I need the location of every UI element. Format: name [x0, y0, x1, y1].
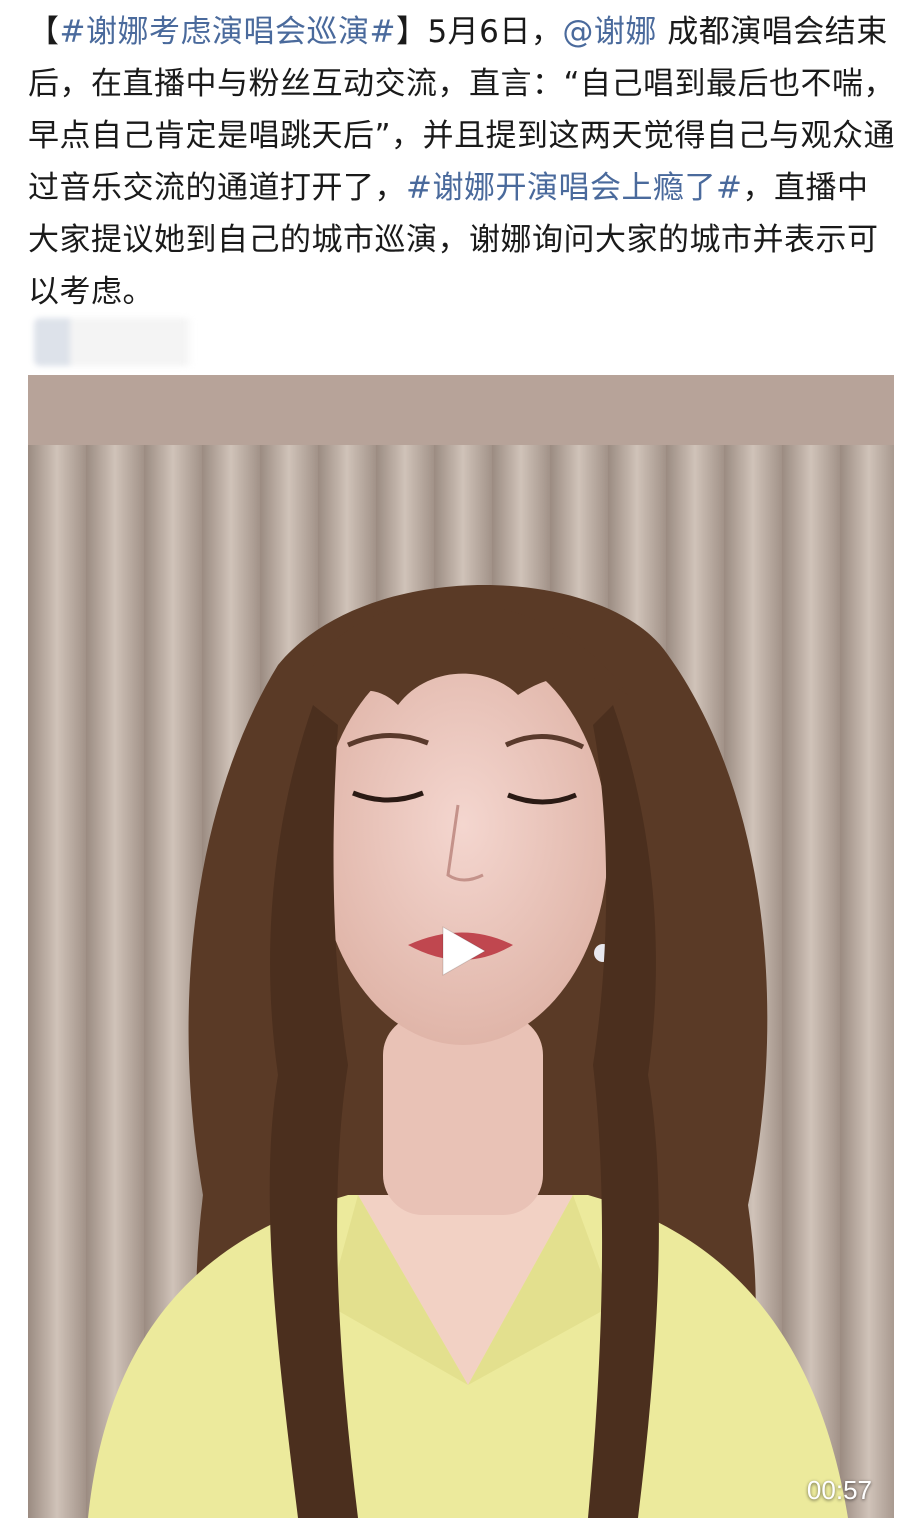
- video-duration: 00:57: [806, 1475, 872, 1505]
- play-icon[interactable]: [437, 923, 489, 979]
- tag-bracket-close: 】: [395, 14, 428, 50]
- post-text: 【#谢娜考虑演唱会巡演#】5月6日，@谢娜 成都演唱会结束后，在直播中与粉丝互动…: [28, 6, 896, 318]
- blurred-source-line: [34, 318, 194, 366]
- inline-hashtag-link[interactable]: #谢娜开演唱会上瘾了#: [406, 170, 742, 206]
- post-date-text: 5月6日，: [427, 14, 563, 50]
- headline-hashtag-link[interactable]: #谢娜考虑演唱会巡演#: [60, 14, 396, 50]
- video-player[interactable]: 00:57: [28, 375, 894, 1518]
- tag-bracket-open: 【: [28, 14, 60, 50]
- mention-link[interactable]: @谢娜: [562, 14, 657, 50]
